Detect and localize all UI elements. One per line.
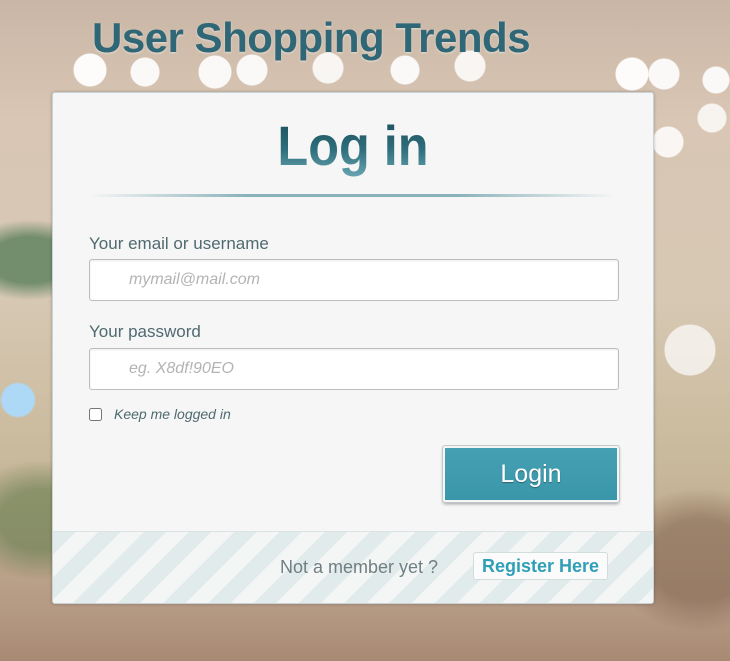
- password-input[interactable]: [89, 348, 619, 390]
- heading-divider: [89, 194, 615, 197]
- login-button[interactable]: Login: [442, 445, 620, 503]
- login-heading: Log in: [83, 113, 623, 178]
- password-label: Your password: [89, 322, 201, 341]
- login-card: Log in Your email or username Your passw…: [52, 92, 654, 604]
- remember-row: Keep me logged in: [89, 403, 231, 425]
- register-link[interactable]: Register Here: [473, 552, 609, 580]
- card-footer: Not a member yet ? Register Here: [53, 531, 653, 603]
- page-title: User Shopping Trends: [92, 14, 531, 61]
- keep-logged-in-label: Keep me logged in: [114, 406, 231, 422]
- keep-logged-in-checkbox[interactable]: [89, 407, 102, 421]
- email-label: Your email or username: [89, 234, 269, 253]
- not-member-text: Not a member yet ?: [280, 557, 439, 577]
- email-input[interactable]: [89, 259, 619, 301]
